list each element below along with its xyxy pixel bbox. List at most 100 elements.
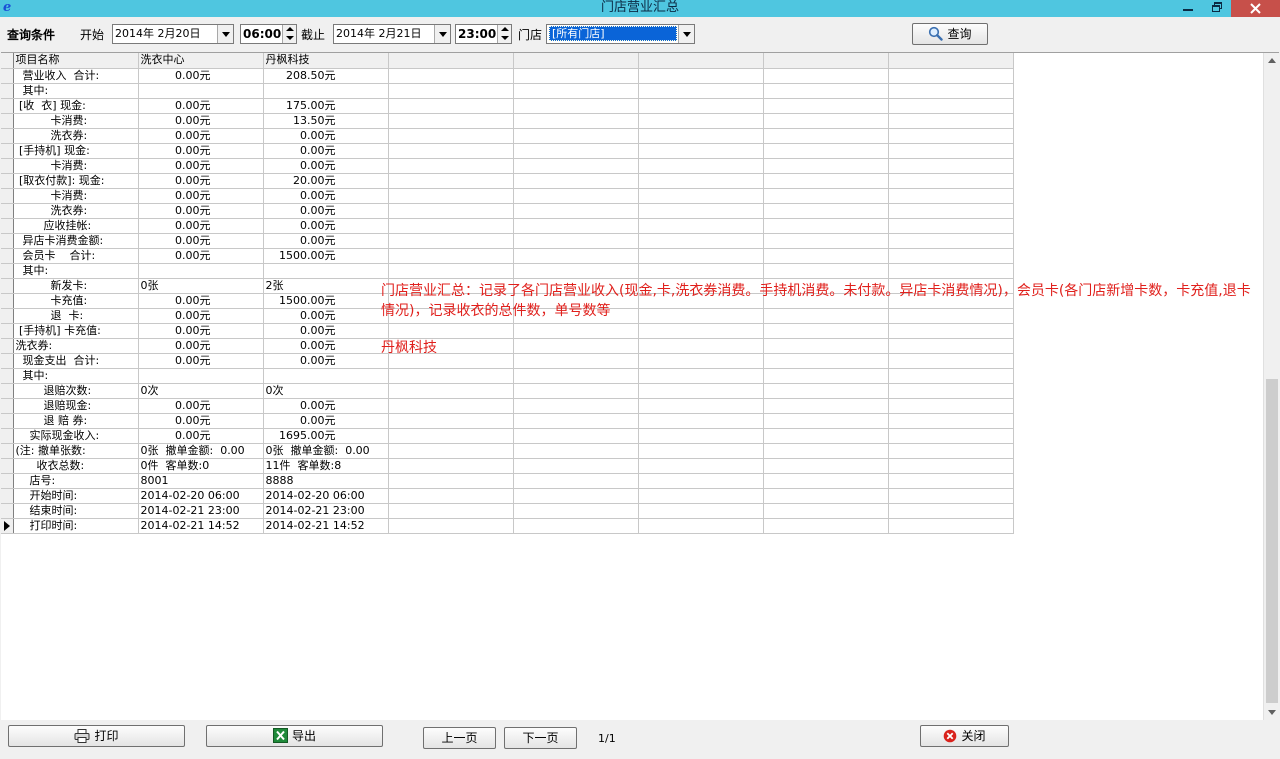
table-row[interactable]: 异店卡消费金额: 0.00元 0.00元 (1, 233, 1014, 249)
row-indicator[interactable] (1, 488, 14, 504)
vertical-scrollbar[interactable] (1263, 53, 1279, 720)
minimize-button[interactable] (1174, 0, 1202, 17)
row-indicator[interactable] (1, 368, 14, 384)
row-indicator[interactable] (1, 383, 14, 399)
row-indicator[interactable] (1, 503, 14, 519)
row-indicator[interactable] (1, 308, 14, 324)
row-indicator[interactable] (1, 68, 14, 84)
column-header[interactable]: 洗衣中心 (138, 53, 264, 69)
row-indicator[interactable] (1, 113, 14, 129)
row-indicator[interactable] (1, 128, 14, 144)
row-indicator[interactable] (1, 248, 14, 264)
row-indicator[interactable] (1, 158, 14, 174)
end-date-picker[interactable]: 2014年 2月21日 (333, 24, 451, 44)
table-row[interactable]: 卡消费: 0.00元 0.00元 (1, 188, 1014, 204)
next-page-button[interactable]: 下一页 (504, 727, 577, 749)
table-cell (638, 338, 764, 354)
row-indicator[interactable] (1, 83, 14, 99)
row-indicator[interactable] (1, 278, 14, 294)
table-cell: 0.00元 (263, 188, 389, 204)
chevron-down-icon[interactable] (434, 25, 450, 43)
row-indicator[interactable] (1, 188, 14, 204)
row-indicator[interactable] (1, 458, 14, 474)
chevron-down-icon[interactable] (678, 25, 694, 43)
scroll-up-icon[interactable] (1264, 53, 1279, 69)
start-date-picker[interactable]: 2014年 2月20日 (112, 24, 234, 44)
table-row[interactable]: 退 赔 券: 0.00元 0.00元 (1, 413, 1014, 429)
table-cell (513, 68, 639, 84)
table-row[interactable]: 打印时间: 2014-02-21 14:52 2014-02-21 14:52 (1, 518, 1014, 534)
row-indicator[interactable] (1, 143, 14, 159)
prev-page-button[interactable]: 上一页 (423, 727, 496, 749)
table-cell: 洗衣券: (13, 203, 139, 219)
table-row[interactable]: 结束时间: 2014-02-21 23:00 2014-02-21 23:00 (1, 503, 1014, 519)
row-indicator[interactable] (1, 218, 14, 234)
column-header[interactable]: 项目名称 (13, 53, 139, 69)
table-row[interactable]: 洗衣券: 0.00元 0.00元 (1, 203, 1014, 219)
row-indicator[interactable] (1, 338, 14, 354)
table-row[interactable]: 卡消费: 0.00元 0.00元 (1, 158, 1014, 174)
row-indicator[interactable] (1, 398, 14, 414)
table-row[interactable]: (注: 撤单张数: 0张 撤单金额: 0.00 0张 撤单金额: 0.00 (1, 443, 1014, 459)
row-indicator[interactable] (1, 353, 14, 369)
table-row[interactable]: [取衣付款]: 现金: 0.00元 20.00元 (1, 173, 1014, 189)
table-cell (388, 443, 514, 459)
column-header[interactable] (513, 53, 639, 69)
table-row[interactable]: [收 衣] 现金: 0.00元 175.00元 (1, 98, 1014, 114)
store-select[interactable]: [所有门店] (546, 24, 695, 44)
table-row[interactable]: 会员卡 合计: 0.00元 1500.00元 (1, 248, 1014, 264)
scroll-down-icon[interactable] (1264, 705, 1279, 720)
row-indicator[interactable] (1, 293, 14, 309)
print-button[interactable]: 打印 (8, 725, 185, 747)
scroll-thumb[interactable] (1266, 379, 1278, 703)
table-row[interactable]: [手持机] 卡充值: 0.00元 0.00元 (1, 323, 1014, 339)
table-cell (513, 143, 639, 159)
spin-arrows-icon[interactable] (282, 25, 296, 43)
table-row[interactable]: 店号: 8001 8888 (1, 473, 1014, 489)
column-header[interactable] (388, 53, 514, 69)
column-header[interactable] (638, 53, 764, 69)
column-header[interactable] (888, 53, 1014, 69)
chevron-down-icon[interactable] (217, 25, 233, 43)
start-time-stepper[interactable]: 06:00 (240, 24, 297, 44)
table-row[interactable]: 营业收入 合计: 0.00元 208.50元 (1, 68, 1014, 84)
table-row[interactable]: 其中: (1, 368, 1014, 384)
table-row[interactable]: 应收挂帐: 0.00元 0.00元 (1, 218, 1014, 234)
window-close-button[interactable] (1231, 0, 1280, 17)
table-row[interactable]: 其中: (1, 83, 1014, 99)
table-row[interactable]: 其中: (1, 263, 1014, 279)
table-cell (513, 383, 639, 399)
search-button[interactable]: 查询 (912, 23, 988, 45)
row-indicator[interactable] (1, 323, 14, 339)
export-button[interactable]: 导出 (206, 725, 383, 747)
table-row[interactable]: 洗衣券: 0.00元 0.00元 (1, 128, 1014, 144)
table-row[interactable]: 洗衣券: 0.00元 0.00元 (1, 338, 1014, 354)
table-row[interactable]: 退赔现金: 0.00元 0.00元 (1, 398, 1014, 414)
table-row[interactable]: 卡消费: 0.00元 13.50元 (1, 113, 1014, 129)
spin-arrows-icon[interactable] (497, 25, 511, 43)
row-indicator[interactable] (1, 233, 14, 249)
row-indicator[interactable] (1, 518, 14, 534)
row-indicator[interactable] (1, 443, 14, 459)
table-row[interactable]: 现金支出 合计: 0.00元 0.00元 (1, 353, 1014, 369)
report-grid[interactable]: 项目名称 洗衣中心 丹枫科技 营业收入 合计: 0.00元 208.50元 其中: [收… (1, 52, 1279, 720)
row-indicator[interactable] (1, 203, 14, 219)
row-indicator[interactable] (1, 263, 14, 279)
table-cell (388, 458, 514, 474)
row-indicator[interactable] (1, 413, 14, 429)
maximize-button[interactable] (1203, 0, 1231, 17)
row-indicator[interactable] (1, 173, 14, 189)
close-button[interactable]: 关闭 (920, 725, 1009, 747)
row-indicator[interactable] (1, 473, 14, 489)
table-row[interactable]: [手持机] 现金: 0.00元 0.00元 (1, 143, 1014, 159)
end-time-stepper[interactable]: 23:00 (455, 24, 512, 44)
table-row[interactable]: 开始时间: 2014-02-20 06:00 2014-02-20 06:00 (1, 488, 1014, 504)
column-header[interactable] (763, 53, 889, 69)
table-row[interactable]: 实际现金收入: 0.00元 1695.00元 (1, 428, 1014, 444)
row-indicator[interactable] (1, 428, 14, 444)
table-row[interactable]: 退赔次数: 0次 0次 (1, 383, 1014, 399)
table-cell (888, 383, 1014, 399)
column-header[interactable]: 丹枫科技 (263, 53, 389, 69)
row-indicator[interactable] (1, 98, 14, 114)
table-row[interactable]: 收衣总数: 0件 客单数:0 11件 客单数:8 (1, 458, 1014, 474)
